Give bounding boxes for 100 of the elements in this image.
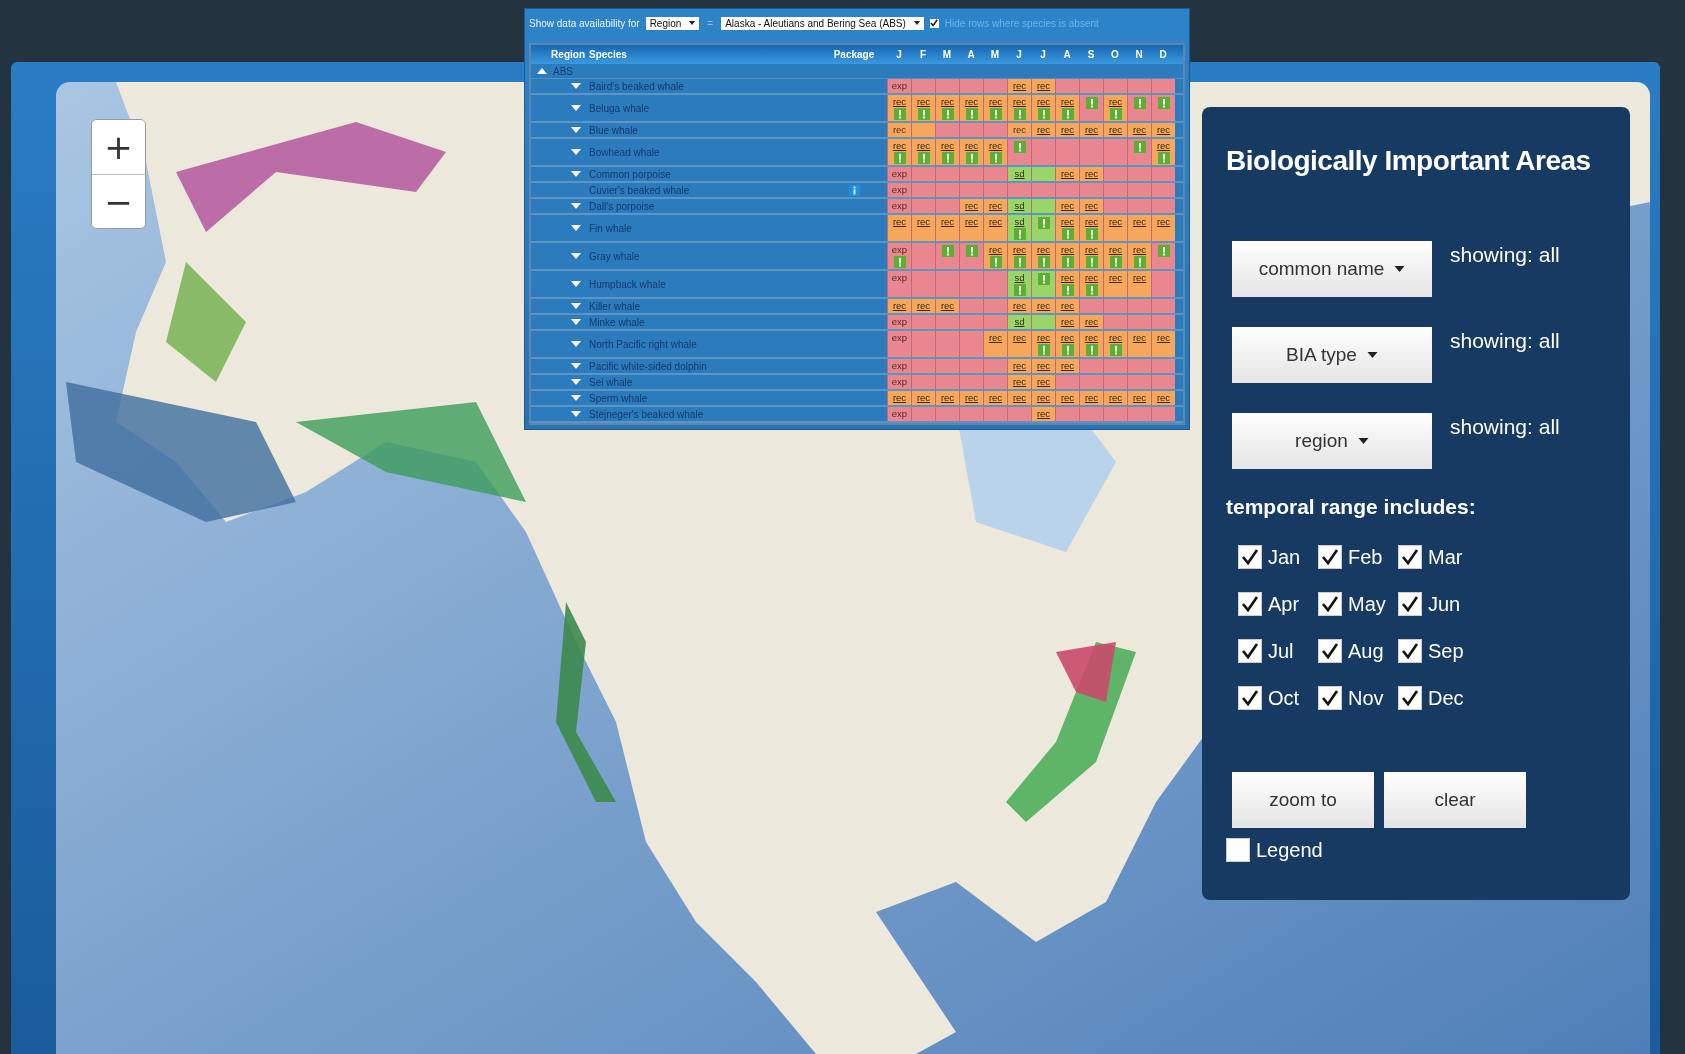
habitat-area[interactable] [556, 602, 616, 802]
availability-code[interactable]: rec [1036, 408, 1051, 419]
availability-code[interactable]: rec [1132, 124, 1147, 135]
expand-arrow-icon[interactable] [571, 171, 581, 177]
availability-code[interactable]: rec [964, 392, 979, 403]
expand-arrow-icon[interactable] [571, 83, 581, 89]
availability-code[interactable]: rec [1036, 376, 1051, 387]
month-checkbox[interactable] [1398, 545, 1422, 569]
availability-code[interactable]: rec [1036, 300, 1051, 311]
availability-code[interactable]: sd [1014, 216, 1025, 227]
availability-code[interactable]: rec [892, 392, 907, 403]
availability-code[interactable]: sd [1014, 168, 1025, 179]
habitat-area[interactable] [176, 122, 446, 232]
month-checkbox[interactable] [1238, 545, 1262, 569]
availability-code[interactable]: rec [1108, 244, 1123, 255]
availability-code[interactable]: rec [1060, 316, 1075, 327]
collapse-arrow-icon[interactable] [537, 68, 547, 74]
expand-arrow-icon[interactable] [571, 281, 581, 287]
availability-code[interactable]: rec [1060, 168, 1075, 179]
availability-code[interactable]: rec [1132, 272, 1147, 283]
availability-code[interactable]: rec [1108, 392, 1123, 403]
availability-code[interactable]: rec [988, 96, 1003, 107]
expand-arrow-icon[interactable] [571, 149, 581, 155]
availability-code[interactable]: rec [940, 96, 955, 107]
availability-code[interactable]: rec [988, 216, 1003, 227]
month-checkbox[interactable] [1398, 592, 1422, 616]
availability-code[interactable]: rec [892, 300, 907, 311]
availability-code[interactable]: rec [1084, 216, 1099, 227]
month-checkbox[interactable] [1398, 639, 1422, 663]
availability-code[interactable]: rec [892, 216, 907, 227]
availability-code[interactable]: rec [1060, 360, 1075, 371]
availability-code[interactable]: rec [940, 140, 955, 151]
availability-code[interactable]: rec [1084, 392, 1099, 403]
availability-code[interactable]: rec [964, 216, 979, 227]
availability-code[interactable]: rec [1060, 300, 1075, 311]
habitat-area[interactable] [1056, 642, 1116, 702]
expand-arrow-icon[interactable] [571, 105, 581, 111]
availability-code[interactable]: rec [1060, 216, 1075, 227]
filter-dropdown[interactable]: BIA type [1232, 327, 1432, 383]
availability-code[interactable]: rec [1060, 244, 1075, 255]
availability-code[interactable]: rec [1084, 124, 1099, 135]
month-checkbox[interactable] [1318, 639, 1342, 663]
availability-code[interactable]: rec [1084, 316, 1099, 327]
month-checkbox[interactable] [1318, 686, 1342, 710]
availability-code[interactable]: rec [964, 200, 979, 211]
expand-arrow-icon[interactable] [571, 253, 581, 259]
availability-code[interactable]: sd [1014, 316, 1025, 327]
expand-arrow-icon[interactable] [571, 225, 581, 231]
availability-code[interactable]: rec [892, 96, 907, 107]
availability-code[interactable]: rec [1012, 244, 1027, 255]
availability-code[interactable]: rec [1060, 200, 1075, 211]
availability-code[interactable]: rec [1036, 332, 1051, 343]
legend-checkbox[interactable] [1226, 838, 1250, 862]
availability-code[interactable]: sd [1014, 200, 1025, 211]
availability-code[interactable]: rec [1156, 216, 1171, 227]
availability-code[interactable]: rec [1060, 96, 1075, 107]
month-checkbox[interactable] [1318, 592, 1342, 616]
zoom-button[interactable]: − [92, 174, 145, 228]
availability-code[interactable]: rec [1060, 332, 1075, 343]
filter-dropdown[interactable]: region [1232, 413, 1432, 469]
availability-code[interactable]: rec [1108, 96, 1123, 107]
availability-code[interactable]: rec [1108, 332, 1123, 343]
availability-code[interactable]: rec [964, 96, 979, 107]
availability-code[interactable]: rec [1084, 168, 1099, 179]
availability-code[interactable]: rec [1156, 332, 1171, 343]
availability-code[interactable]: rec [1060, 124, 1075, 135]
availability-code[interactable]: rec [1108, 124, 1123, 135]
filter-dropdown[interactable]: common name [1232, 241, 1432, 297]
availability-code[interactable]: rec [1036, 80, 1051, 91]
availability-code[interactable]: rec [1156, 392, 1171, 403]
availability-code[interactable]: rec [1012, 392, 1027, 403]
expand-arrow-icon[interactable] [571, 203, 581, 209]
availability-code[interactable]: rec [1156, 140, 1171, 151]
availability-code[interactable]: rec [988, 392, 1003, 403]
availability-code[interactable]: rec [916, 96, 931, 107]
availability-code[interactable]: rec [988, 332, 1003, 343]
month-checkbox[interactable] [1398, 686, 1422, 710]
availability-code[interactable]: rec [1108, 272, 1123, 283]
availability-code[interactable]: rec [988, 200, 1003, 211]
availability-code[interactable]: rec [1156, 124, 1171, 135]
action-button[interactable]: clear [1384, 772, 1526, 828]
availability-code[interactable]: rec [1084, 200, 1099, 211]
availability-code[interactable]: rec [1084, 244, 1099, 255]
month-checkbox[interactable] [1238, 592, 1262, 616]
availability-code[interactable]: rec [1012, 80, 1027, 91]
availability-code[interactable]: rec [1012, 360, 1027, 371]
availability-code[interactable]: rec [940, 216, 955, 227]
availability-code[interactable]: rec [892, 140, 907, 151]
availability-code[interactable]: rec [1012, 332, 1027, 343]
availability-code[interactable]: rec [1132, 392, 1147, 403]
availability-code[interactable]: rec [1036, 96, 1051, 107]
habitat-area[interactable] [66, 382, 296, 522]
availability-code[interactable]: rec [1036, 392, 1051, 403]
info-icon[interactable] [848, 184, 860, 196]
region-dropdown[interactable]: Alaska - Aleutians and Bering Sea (ABS) [721, 16, 924, 30]
hide-absent-checkbox[interactable] [929, 18, 939, 28]
availability-code[interactable]: rec [1060, 272, 1075, 283]
availability-code[interactable]: rec [1036, 124, 1051, 135]
habitat-area[interactable] [296, 402, 526, 502]
availability-code[interactable]: rec [988, 140, 1003, 151]
